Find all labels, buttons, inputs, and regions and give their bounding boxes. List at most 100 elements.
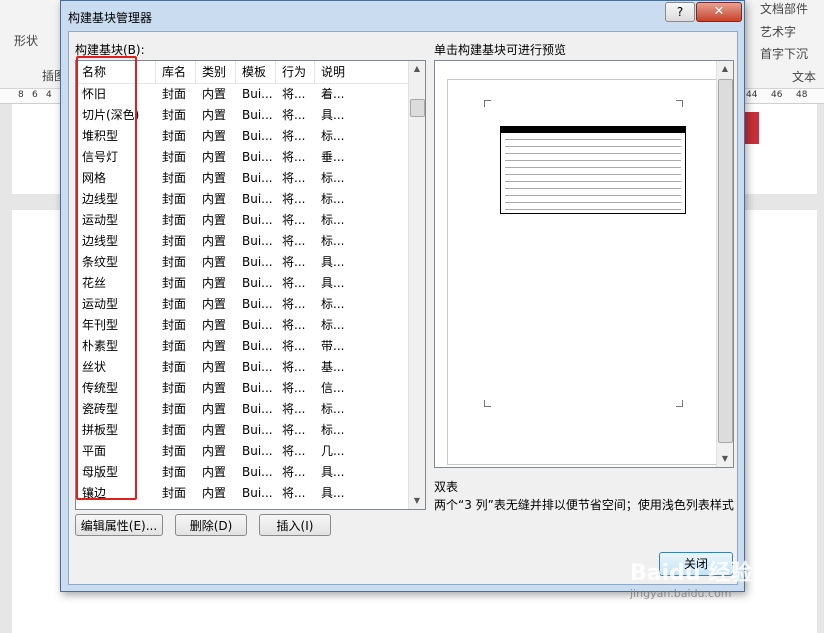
list-item[interactable]: 信号灯 封面 内置 Bui... 将... 垂... (76, 147, 409, 168)
cell-behavior: 将... (282, 339, 306, 353)
list-rows: 怀旧 封面 内置 Bui... 将... 着... 切片(深色) 封面 内置 Bui... 将...… (76, 84, 409, 504)
cell-template: Bui... (242, 276, 273, 290)
list-item[interactable]: 母版型 封面 内置 Bui... 将... 具... (76, 462, 409, 483)
column-header-description[interactable]: 说明 (315, 61, 409, 83)
cell-item-name: 拼板型 (82, 423, 119, 437)
cell-description: 标... (321, 423, 345, 437)
edit-properties-button[interactable]: 编辑属性(E)... (75, 514, 163, 536)
list-item[interactable]: 切片(深色) 封面 内置 Bui... 将... 具... (76, 105, 409, 126)
cell-item-name: 母版型 (82, 465, 119, 479)
margin-mark (676, 400, 683, 407)
cell-template: Bui... (242, 360, 273, 374)
list-item[interactable]: 边线型 封面 内置 Bui... 将... 标... (76, 231, 409, 252)
cell-item-name: 年刊型 (82, 318, 119, 332)
list-item[interactable]: 丝状 封面 内置 Bui... 将... 基... (76, 357, 409, 378)
cell-description: 标... (321, 213, 345, 227)
list-item[interactable]: 网格 封面 内置 Bui... 将... 标... (76, 168, 409, 189)
cell-gallery: 封面 (162, 192, 187, 206)
list-item[interactable]: 平面 封面 内置 Bui... 将... 几... (76, 441, 409, 462)
cell-description: 标... (321, 297, 345, 311)
list-item[interactable]: 运动型 封面 内置 Bui... 将... 标... (76, 210, 409, 231)
cell-template: Bui... (242, 318, 273, 332)
list-item[interactable]: 堆积型 封面 内置 Bui... 将... 标... (76, 126, 409, 147)
scroll-down-arrow-icon[interactable]: ▼ (409, 493, 425, 509)
cell-item-name: 堆积型 (82, 129, 119, 143)
list-item[interactable]: 镶边 封面 内置 Bui... 将... 具... (76, 483, 409, 504)
list-item[interactable]: 年刊型 封面 内置 Bui... 将... 标... (76, 315, 409, 336)
cell-gallery: 封面 (162, 150, 187, 164)
column-header-name[interactable]: 名称 (76, 61, 156, 83)
cell-category: 内置 (202, 150, 227, 164)
scroll-up-arrow-icon[interactable]: ▲ (717, 61, 733, 77)
list-item[interactable]: 瓷砖型 封面 内置 Bui... 将... 标... (76, 399, 409, 420)
cell-behavior: 将... (282, 318, 306, 332)
cell-behavior: 将... (282, 423, 306, 437)
scroll-thumb[interactable] (410, 99, 425, 117)
scroll-thumb[interactable] (718, 79, 733, 443)
ruler-mark: 8 (18, 90, 24, 100)
ruler-mark: 46 (771, 90, 783, 100)
cell-behavior: 将... (282, 255, 306, 269)
scroll-down-arrow-icon[interactable]: ▼ (717, 451, 733, 467)
cell-template: Bui... (242, 465, 273, 479)
cell-category: 内置 (202, 108, 227, 122)
cell-item-name: 运动型 (82, 297, 119, 311)
cell-category: 内置 (202, 213, 227, 227)
cell-description: 着... (321, 87, 345, 101)
cell-behavior: 将... (282, 234, 306, 248)
cell-description: 具... (321, 486, 345, 500)
building-blocks-list[interactable]: 名称 库名 类别 模板 行为 说明 怀旧 封面 内置 Bui... 将... 着... 切片… (75, 60, 426, 510)
list-item[interactable]: 朴素型 封面 内置 Bui... 将... 带... (76, 336, 409, 357)
cell-description: 标... (321, 171, 345, 185)
cell-description: 标... (321, 129, 345, 143)
cell-behavior: 将... (282, 171, 306, 185)
list-item[interactable]: 花丝 封面 内置 Bui... 将... 具... (76, 273, 409, 294)
help-button[interactable]: ? (665, 2, 695, 22)
cell-category: 内置 (202, 465, 227, 479)
dialog-titlebar[interactable]: 构建基块管理器 ? ✕ (61, 1, 744, 31)
preview-table-line (505, 181, 681, 182)
ruler-mark: 4 (46, 90, 52, 100)
ribbon-dropcap[interactable]: 首字下沉 (760, 45, 808, 62)
ribbon-quick-parts[interactable]: 文档部件 (760, 0, 808, 17)
cell-gallery: 封面 (162, 234, 187, 248)
column-header-template[interactable]: 模板 (236, 61, 276, 83)
building-blocks-organizer-dialog: 构建基块管理器 ? ✕ 构建基块(B): 单击构建基块可进行预览 名称 库名 类… (60, 0, 745, 592)
insert-button[interactable]: 插入(I) (259, 514, 331, 536)
cell-description: 标... (321, 402, 345, 416)
list-header: 名称 库名 类别 模板 行为 说明 (76, 61, 409, 84)
watermark-url: jingyan.baidu.com (630, 587, 732, 600)
preview-double-table (500, 122, 686, 214)
ribbon-shapes-label[interactable]: 形状 (14, 32, 38, 49)
delete-button[interactable]: 删除(D) (175, 514, 247, 536)
cell-category: 内置 (202, 255, 227, 269)
close-icon[interactable]: ✕ (696, 2, 742, 22)
column-header-behavior[interactable]: 行为 (276, 61, 315, 83)
preview-table-line (505, 146, 681, 147)
list-item[interactable]: 运动型 封面 内置 Bui... 将... 标... (76, 294, 409, 315)
cell-gallery: 封面 (162, 402, 187, 416)
cell-description: 具... (321, 276, 345, 290)
list-item[interactable]: 传统型 封面 内置 Bui... 将... 信... (76, 378, 409, 399)
preview-table-line (505, 160, 681, 161)
ribbon-wordart[interactable]: 艺术字 (760, 23, 796, 40)
list-item[interactable]: 边线型 封面 内置 Bui... 将... 标... (76, 189, 409, 210)
margin-mark (484, 400, 491, 407)
list-item[interactable]: 拼板型 封面 内置 Bui... 将... 标... (76, 420, 409, 441)
preview-block-name: 双表 (434, 480, 459, 494)
cell-gallery: 封面 (162, 486, 187, 500)
cell-behavior: 将... (282, 297, 306, 311)
cell-template: Bui... (242, 213, 273, 227)
cell-behavior: 将... (282, 87, 306, 101)
column-header-gallery[interactable]: 库名 (156, 61, 196, 83)
scroll-up-arrow-icon[interactable]: ▲ (409, 61, 425, 77)
list-item[interactable]: 怀旧 封面 内置 Bui... 将... 着... (76, 84, 409, 105)
preview-pane: ▲ ▼ (434, 60, 734, 468)
list-item[interactable]: 条纹型 封面 内置 Bui... 将... 具... (76, 252, 409, 273)
cell-behavior: 将... (282, 276, 306, 290)
list-scrollbar[interactable]: ▲ ▼ (408, 61, 425, 509)
cell-gallery: 封面 (162, 360, 187, 374)
preview-scrollbar[interactable]: ▲ ▼ (716, 61, 733, 467)
column-header-category[interactable]: 类别 (196, 61, 236, 83)
cell-template: Bui... (242, 192, 273, 206)
